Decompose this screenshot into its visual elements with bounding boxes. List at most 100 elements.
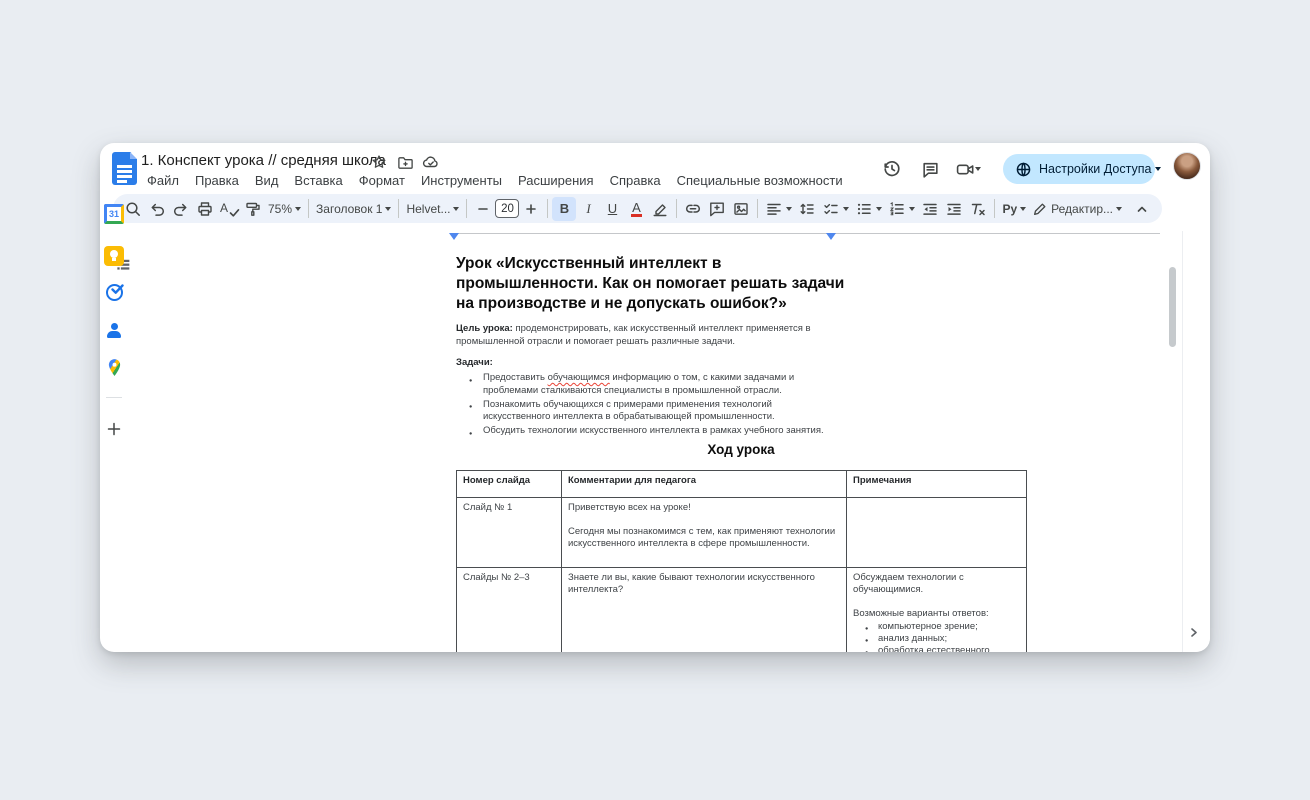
share-button[interactable]: Настройки Доступа xyxy=(1003,154,1162,184)
font-select[interactable]: Helvet... xyxy=(403,197,462,221)
menu-extensions[interactable]: Расширения xyxy=(510,172,602,189)
clear-formatting-button[interactable] xyxy=(966,197,990,221)
document-title[interactable]: 1. Конспект урока // средняя школа xyxy=(141,152,386,169)
menubar: Файл Правка Вид Вставка Формат Инструмен… xyxy=(139,172,851,189)
star-icon[interactable] xyxy=(370,153,388,171)
checklist-icon xyxy=(824,203,839,214)
header-cell-slide-number[interactable]: Номер слайда xyxy=(456,470,562,498)
toolbar-separator xyxy=(547,199,549,218)
editing-mode-caret-icon xyxy=(1116,206,1122,211)
image-icon xyxy=(734,202,749,215)
header-cell-teacher-comments[interactable]: Комментарии для педагога xyxy=(561,470,847,498)
line-spacing-icon xyxy=(800,203,815,214)
checklist-button[interactable] xyxy=(819,197,852,221)
decrease-font-size-button[interactable] xyxy=(471,197,495,221)
google-tasks-icon[interactable] xyxy=(104,282,124,302)
menu-view[interactable]: Вид xyxy=(247,172,287,189)
tasks-label: Задачи: xyxy=(456,357,493,368)
checklist-caret-icon xyxy=(843,206,850,211)
side-panel-divider xyxy=(1182,231,1183,652)
cell-notes[interactable]: Обсуждаем технологии с обучающимися. Воз… xyxy=(846,567,1027,652)
toolbar-separator xyxy=(398,199,400,218)
note-bullet: обработка естественного языка. xyxy=(865,645,1020,652)
toolbar-separator xyxy=(308,199,310,218)
search-menus-button[interactable] xyxy=(121,197,145,221)
menu-insert[interactable]: Вставка xyxy=(286,172,350,189)
bulleted-list-caret-icon xyxy=(876,206,883,211)
version-history-button[interactable] xyxy=(874,151,910,187)
add-comment-button[interactable] xyxy=(705,197,729,221)
input-tools-button[interactable]: Ру xyxy=(999,197,1029,221)
bulleted-list-icon xyxy=(858,203,872,214)
cell-slide[interactable]: Слайды № 2–3 xyxy=(456,567,562,652)
misspelled-word: обучающимся xyxy=(547,372,610,383)
cloud-saved-icon[interactable] xyxy=(422,153,440,171)
insert-image-button[interactable] xyxy=(729,197,753,221)
get-addons-button[interactable] xyxy=(104,419,124,439)
side-panel-section-divider xyxy=(106,397,122,398)
increase-font-size-button[interactable] xyxy=(519,197,543,221)
numbered-list-button[interactable] xyxy=(885,197,918,221)
document-editing-surface[interactable]: Урок «Искусственный интеллект в промышле… xyxy=(100,231,1182,652)
user-avatar[interactable] xyxy=(1173,152,1201,180)
google-maps-icon[interactable] xyxy=(104,357,124,377)
menu-tools[interactable]: Инструменты xyxy=(413,172,510,189)
menu-edit[interactable]: Правка xyxy=(187,172,247,189)
comments-button[interactable] xyxy=(912,151,948,187)
print-icon xyxy=(198,201,212,216)
cell-comments[interactable]: Знаете ли вы, какие бывают технологии ис… xyxy=(561,567,847,652)
menu-format[interactable]: Формат xyxy=(351,172,413,189)
decrease-indent-button[interactable] xyxy=(918,197,942,221)
header-cell-notes[interactable]: Примечания xyxy=(846,470,1027,498)
move-to-folder-icon[interactable] xyxy=(396,153,414,171)
redo-button[interactable] xyxy=(169,197,193,221)
bold-button[interactable]: B xyxy=(552,196,577,221)
paragraph-style-select[interactable]: Заголовок 1 xyxy=(313,197,394,221)
hide-menus-button[interactable] xyxy=(1130,197,1154,221)
bulleted-list-button[interactable] xyxy=(852,197,885,221)
undo-button[interactable] xyxy=(145,197,169,221)
increase-indent-button[interactable] xyxy=(942,197,966,221)
google-contacts-icon[interactable] xyxy=(104,321,124,341)
google-calendar-icon[interactable]: 31 xyxy=(104,204,124,224)
italic-button[interactable]: I xyxy=(576,197,600,221)
print-button[interactable] xyxy=(193,197,217,221)
highlight-color-button[interactable] xyxy=(648,197,672,221)
spellcheck-button[interactable]: A xyxy=(217,197,241,221)
underline-button[interactable]: U xyxy=(600,197,624,221)
align-caret-icon xyxy=(786,206,793,211)
editing-mode-select[interactable]: Редактир... xyxy=(1029,197,1125,221)
join-call-button[interactable] xyxy=(946,151,990,187)
cell-comments[interactable]: Приветствую всех на уроке! Сегодня мы по… xyxy=(561,497,847,568)
align-left-icon xyxy=(767,203,782,215)
menu-accessibility[interactable]: Специальные возможности xyxy=(669,172,851,189)
text-color-button[interactable]: A xyxy=(624,197,648,221)
menu-file[interactable]: Файл xyxy=(139,172,187,189)
link-icon xyxy=(686,204,701,213)
menu-help[interactable]: Справка xyxy=(602,172,669,189)
hide-side-panel-button[interactable] xyxy=(1182,621,1204,643)
docs-logo-fold xyxy=(130,152,137,159)
lesson-flow-heading: Ход урока xyxy=(707,442,775,457)
lesson-goal-paragraph: Цель урока: продемонстрировать, как иску… xyxy=(456,323,811,347)
paint-format-icon xyxy=(246,202,260,216)
search-icon xyxy=(126,201,140,216)
google-docs-logo-icon[interactable] xyxy=(112,152,137,185)
increase-indent-icon xyxy=(947,203,962,215)
align-button[interactable] xyxy=(762,197,795,221)
cell-slide[interactable]: Слайд № 1 xyxy=(456,497,562,568)
cell-notes[interactable] xyxy=(846,497,1027,568)
tasks-bullet-list: Предоставить обучающимся информацию о то… xyxy=(469,372,831,440)
task-item: Обсудить технологии искусственного интел… xyxy=(469,425,831,440)
highlighter-icon xyxy=(653,203,667,216)
font-size-input[interactable]: 20 xyxy=(495,199,520,218)
lesson-plan-table[interactable]: Номер слайда Комментарии для педагога Пр… xyxy=(456,470,1027,652)
google-keep-icon[interactable] xyxy=(104,246,124,266)
zoom-select[interactable]: 75% xyxy=(265,197,304,221)
line-spacing-button[interactable] xyxy=(795,197,819,221)
share-dropdown-button[interactable] xyxy=(1155,154,1162,184)
paint-format-button[interactable] xyxy=(241,197,265,221)
numbered-list-caret-icon xyxy=(909,206,916,211)
share-button-label: Настройки Доступа xyxy=(1039,162,1152,176)
insert-link-button[interactable] xyxy=(681,197,705,221)
